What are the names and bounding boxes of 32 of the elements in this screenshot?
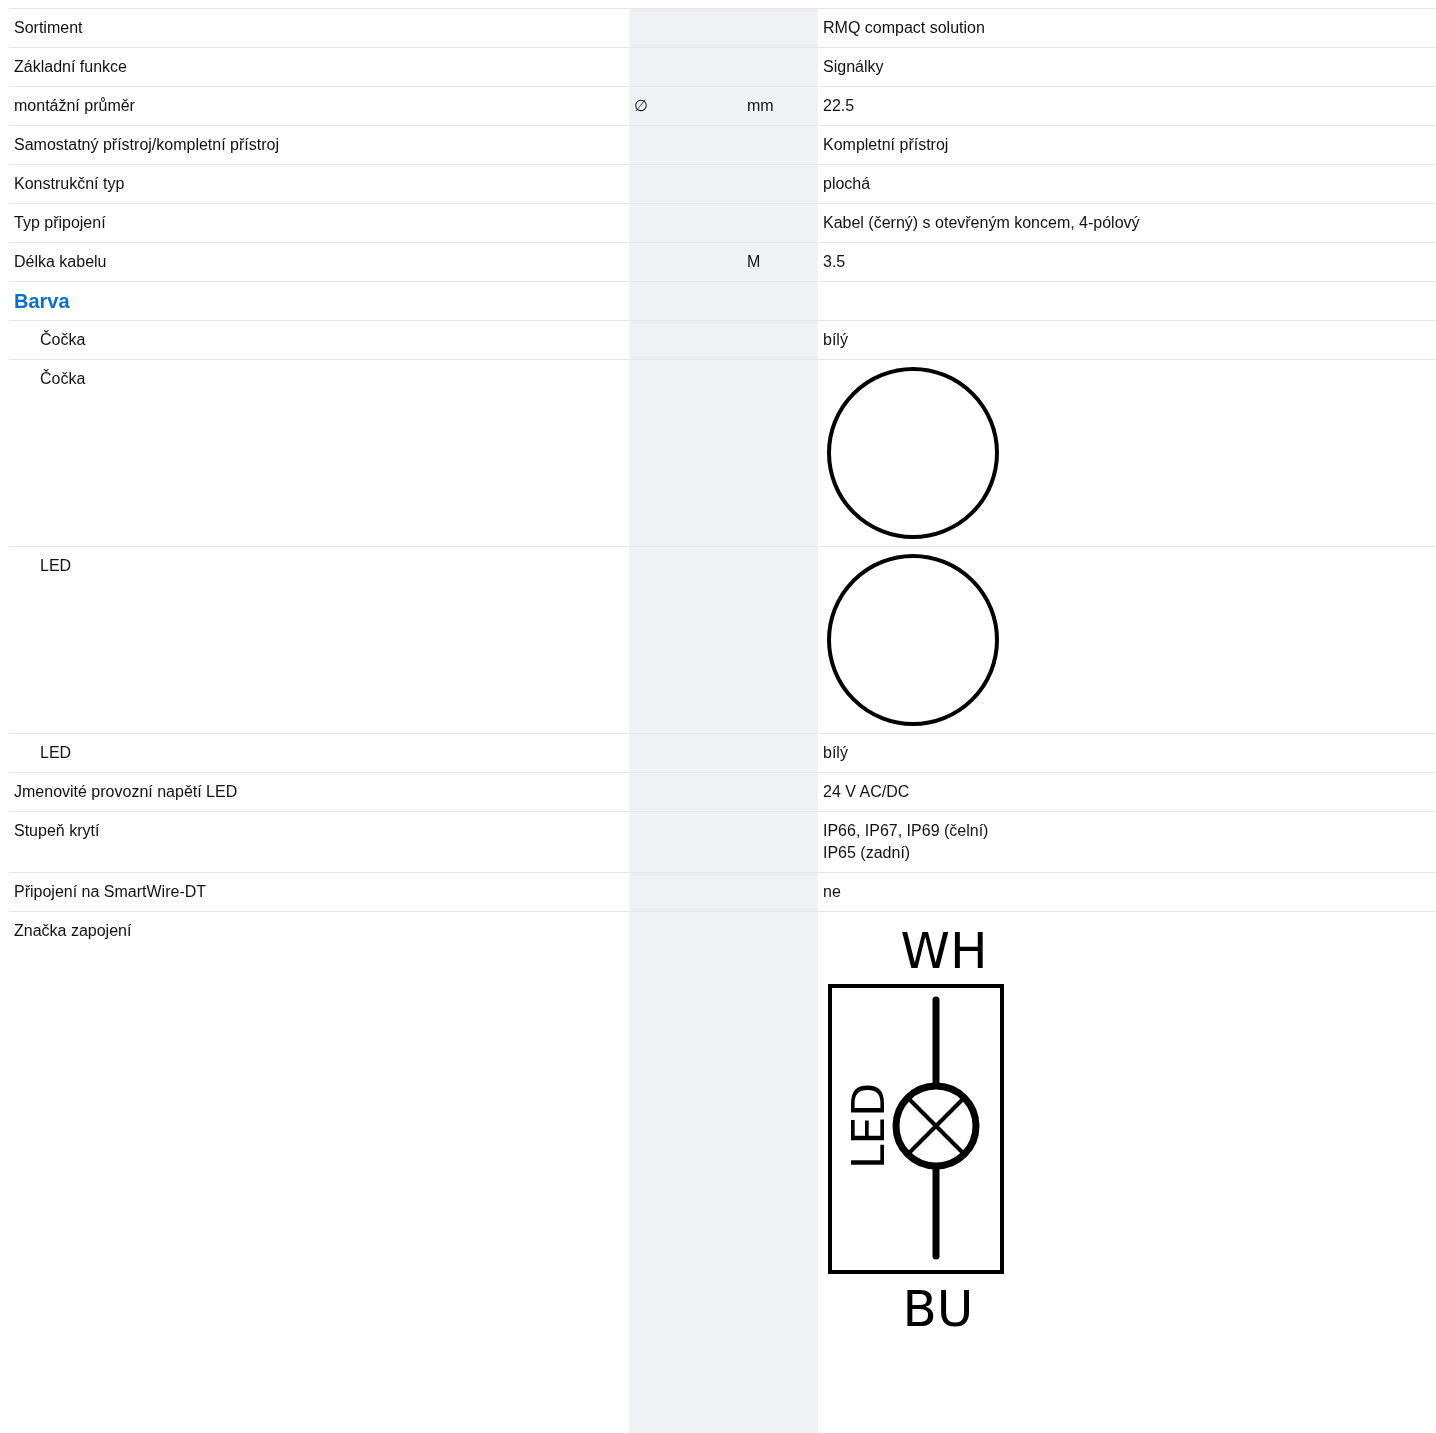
property-label: LED [40, 744, 72, 761]
property-label: Značka zapojení [14, 922, 132, 939]
unit-cell: mm [742, 87, 818, 125]
property-label: Typ připojení [14, 214, 106, 231]
property-value: 22.5 [823, 96, 856, 116]
property-value: Kompletní přístroj [823, 135, 950, 155]
property-label: Čočka [40, 331, 86, 348]
property-value: IP65 (zadní) [823, 843, 912, 863]
property-label: Čočka [40, 370, 86, 387]
property-value: ne [823, 882, 842, 902]
property-label: Připojení na SmartWire-DT [14, 883, 207, 900]
property-label: Základní funkce [14, 58, 127, 75]
property-label: Jmenovité provozní napětí LED [14, 783, 238, 800]
property-label: Konstrukční typ [14, 175, 125, 192]
property-label: Samostatný přístroj/kompletní přístroj [14, 136, 279, 153]
unit-cell: M [742, 243, 818, 281]
property-label: montážní průměr [14, 97, 135, 114]
property-label: Sortiment [14, 19, 83, 36]
property-value: 3.5 [823, 252, 847, 272]
property-label: Délka kabelu [14, 253, 107, 270]
property-label: Stupeň krytí [14, 822, 100, 839]
property-value: plochá [823, 174, 872, 194]
property-value: Kabel (černý) s otevřeným koncem, 4-pólový [823, 213, 1141, 233]
symbol-cell: ∅ [629, 87, 742, 125]
section-heading: Barva [14, 290, 70, 312]
property-value: 24 V AC/DC [823, 782, 911, 802]
property-label: LED [40, 557, 72, 574]
property-value: IP66, IP67, IP69 (čelní) [823, 821, 990, 841]
property-value: RMQ compact solution [823, 18, 986, 38]
property-value: bílý [823, 743, 849, 763]
property-value: Signálky [823, 57, 885, 77]
property-value: bílý [823, 330, 849, 350]
